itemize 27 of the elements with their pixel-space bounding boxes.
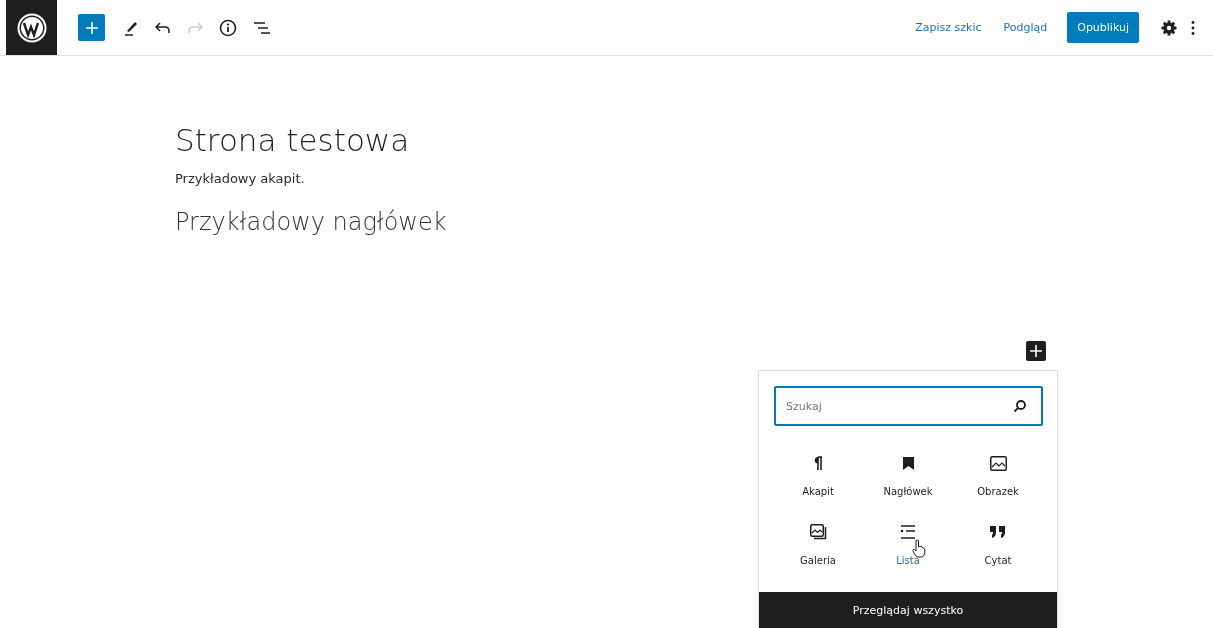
heading-block[interactable]: Przykładowy nagłówek <box>175 208 447 237</box>
browse-all-button[interactable]: Przeglądaj wszystko <box>759 592 1057 628</box>
block-item[interactable]: Galeria <box>773 515 863 574</box>
image-icon <box>989 455 1007 471</box>
pilcrow-icon <box>813 456 823 470</box>
page-title[interactable]: Strona testowa <box>175 122 410 160</box>
hand-cursor-icon <box>912 539 926 558</box>
gallery-icon <box>809 524 827 540</box>
paragraph-block[interactable]: Przykładowy akapit. <box>175 171 305 187</box>
publish-button[interactable]: Opublikuj <box>1067 12 1139 43</box>
block-item[interactable]: Akapit <box>773 446 863 505</box>
save-draft-link[interactable]: Zapisz szkic <box>907 21 990 34</box>
bookmark-icon <box>902 456 914 470</box>
plus-icon <box>1030 345 1042 357</box>
block-item[interactable]: Obrazek <box>953 446 1043 505</box>
add-block-button[interactable] <box>1026 341 1046 361</box>
wordpress-logo[interactable] <box>6 0 57 55</box>
wordpress-logo-icon <box>16 12 47 43</box>
search-icon <box>1013 399 1027 413</box>
block-item[interactable]: Cytat <box>953 515 1043 574</box>
block-item[interactable]: Nagłówek <box>863 446 953 505</box>
block-item[interactable]: Lista <box>863 515 953 574</box>
quote-icon <box>990 526 1006 538</box>
list-icon <box>900 525 916 539</box>
plus-icon <box>84 20 99 35</box>
search-field[interactable]: Szukaj <box>774 386 1043 426</box>
preview-link[interactable]: Podgląd <box>995 21 1056 34</box>
